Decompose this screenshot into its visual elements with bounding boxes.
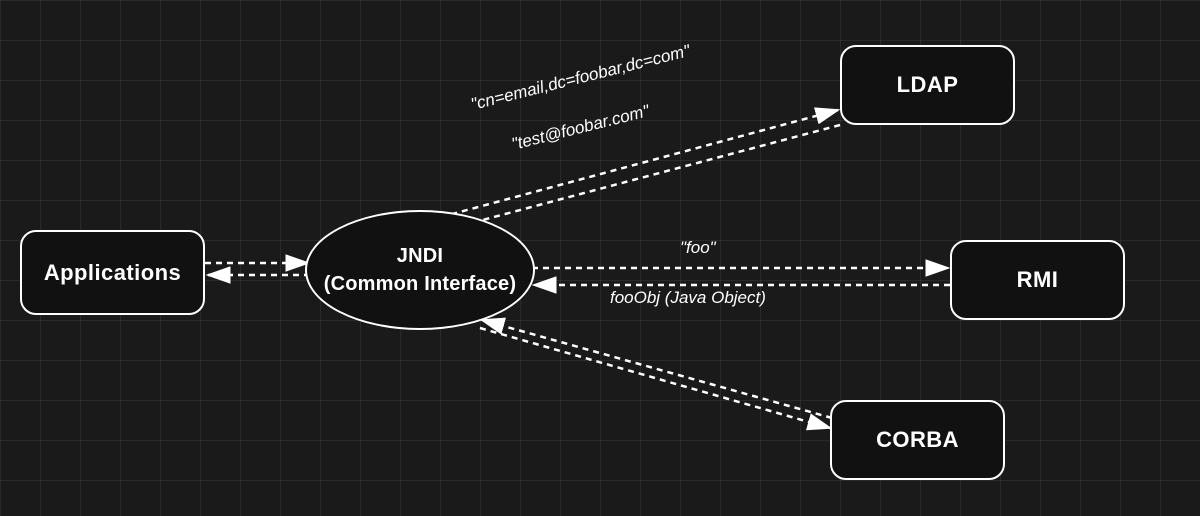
ldap-label: LDAP <box>897 72 959 98</box>
applications-node: Applications <box>20 230 205 315</box>
arrow-ldap-to-jndi <box>445 125 840 230</box>
arrow-jndi-to-ldap <box>430 110 838 220</box>
rmi-result-label: fooObj (Java Object) <box>610 288 766 308</box>
rmi-query-label: "foo" <box>680 238 716 258</box>
ldap-query-label: "cn=email,dc=foobar,dc=com" <box>469 41 692 115</box>
jndi-node: JNDI(Common Interface) <box>305 210 535 330</box>
ldap-result-label: "test@foobar.com" <box>510 101 652 155</box>
arrow-corba-to-jndi <box>482 320 832 418</box>
diagram-container: Applications JNDI(Common Interface) LDAP… <box>0 0 1200 516</box>
rmi-label: RMI <box>1017 267 1059 293</box>
corba-label: CORBA <box>876 427 959 453</box>
corba-node: CORBA <box>830 400 1005 480</box>
applications-label: Applications <box>44 260 181 286</box>
ldap-node: LDAP <box>840 45 1015 125</box>
arrow-jndi-to-corba <box>480 328 830 428</box>
rmi-node: RMI <box>950 240 1125 320</box>
jndi-label: JNDI(Common Interface) <box>324 242 517 298</box>
